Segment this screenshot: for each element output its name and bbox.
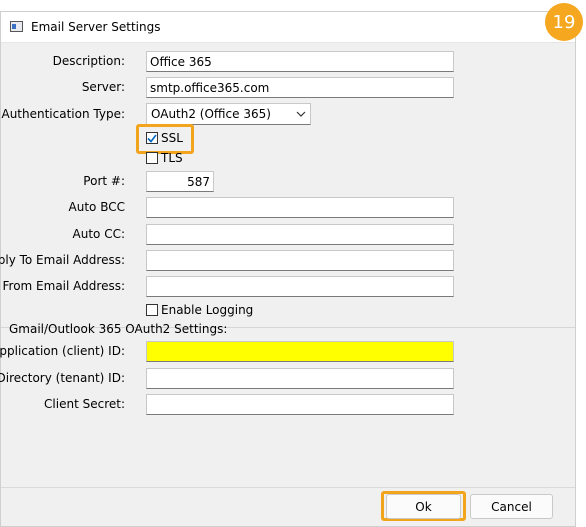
tenant-id-input[interactable] [146, 368, 454, 389]
checkmark-icon [147, 134, 157, 143]
client-id-label: Application (client) ID: [0, 344, 125, 358]
enable-logging-row[interactable]: Enable Logging [146, 303, 253, 317]
auto-cc-input[interactable] [146, 224, 454, 245]
title-bar: Email Server Settings [1, 12, 575, 43]
port-input[interactable] [146, 171, 214, 192]
app-window-icon [10, 21, 23, 32]
ssl-checkbox[interactable] [146, 132, 158, 144]
client-secret-label: Client Secret: [44, 397, 125, 411]
ssl-checkbox-row[interactable]: SSL [146, 131, 183, 145]
port-label: Port #: [83, 174, 125, 188]
auth-type-value: OAuth2 (Office 365) [151, 107, 271, 121]
ok-button[interactable]: Ok [386, 494, 461, 519]
auth-type-select[interactable]: OAuth2 (Office 365) [146, 103, 311, 125]
tls-label: TLS [161, 151, 183, 165]
auto-cc-label: Auto CC: [72, 227, 125, 241]
auth-type-label: Authentication Type: [1, 107, 125, 121]
server-label: Server: [81, 80, 125, 94]
reply-to-label: Reply To Email Address: [0, 253, 125, 267]
chevron-down-icon [296, 111, 306, 117]
oauth-section-label: Gmail/Outlook 365 OAuth2 Settings: [9, 322, 228, 336]
tls-checkbox[interactable] [146, 152, 158, 164]
auto-bcc-input[interactable] [146, 197, 454, 218]
description-input[interactable] [146, 51, 454, 72]
description-label: Description: [52, 54, 125, 68]
reply-to-input[interactable] [146, 250, 454, 271]
ssl-label: SSL [161, 131, 183, 145]
client-id-input[interactable] [146, 341, 454, 362]
from-email-input[interactable] [146, 276, 454, 297]
background-gutter [577, 0, 586, 527]
enable-logging-label: Enable Logging [161, 303, 254, 317]
tenant-id-label: Directory (tenant) ID: [0, 371, 125, 385]
auto-bcc-label: Auto BCC [68, 200, 125, 214]
step-number-badge: 19 [545, 3, 583, 41]
client-secret-input[interactable] [146, 394, 454, 415]
server-input[interactable] [146, 77, 454, 98]
from-email-label: From Email Address: [2, 279, 125, 293]
tls-checkbox-row[interactable]: TLS [146, 151, 183, 165]
cancel-button[interactable]: Cancel [470, 494, 553, 519]
footer-divider [1, 487, 575, 488]
email-server-settings-dialog: Email Server Settings Description: Serve… [0, 11, 576, 527]
dialog-title: Email Server Settings [31, 20, 161, 34]
enable-logging-checkbox[interactable] [146, 304, 158, 316]
